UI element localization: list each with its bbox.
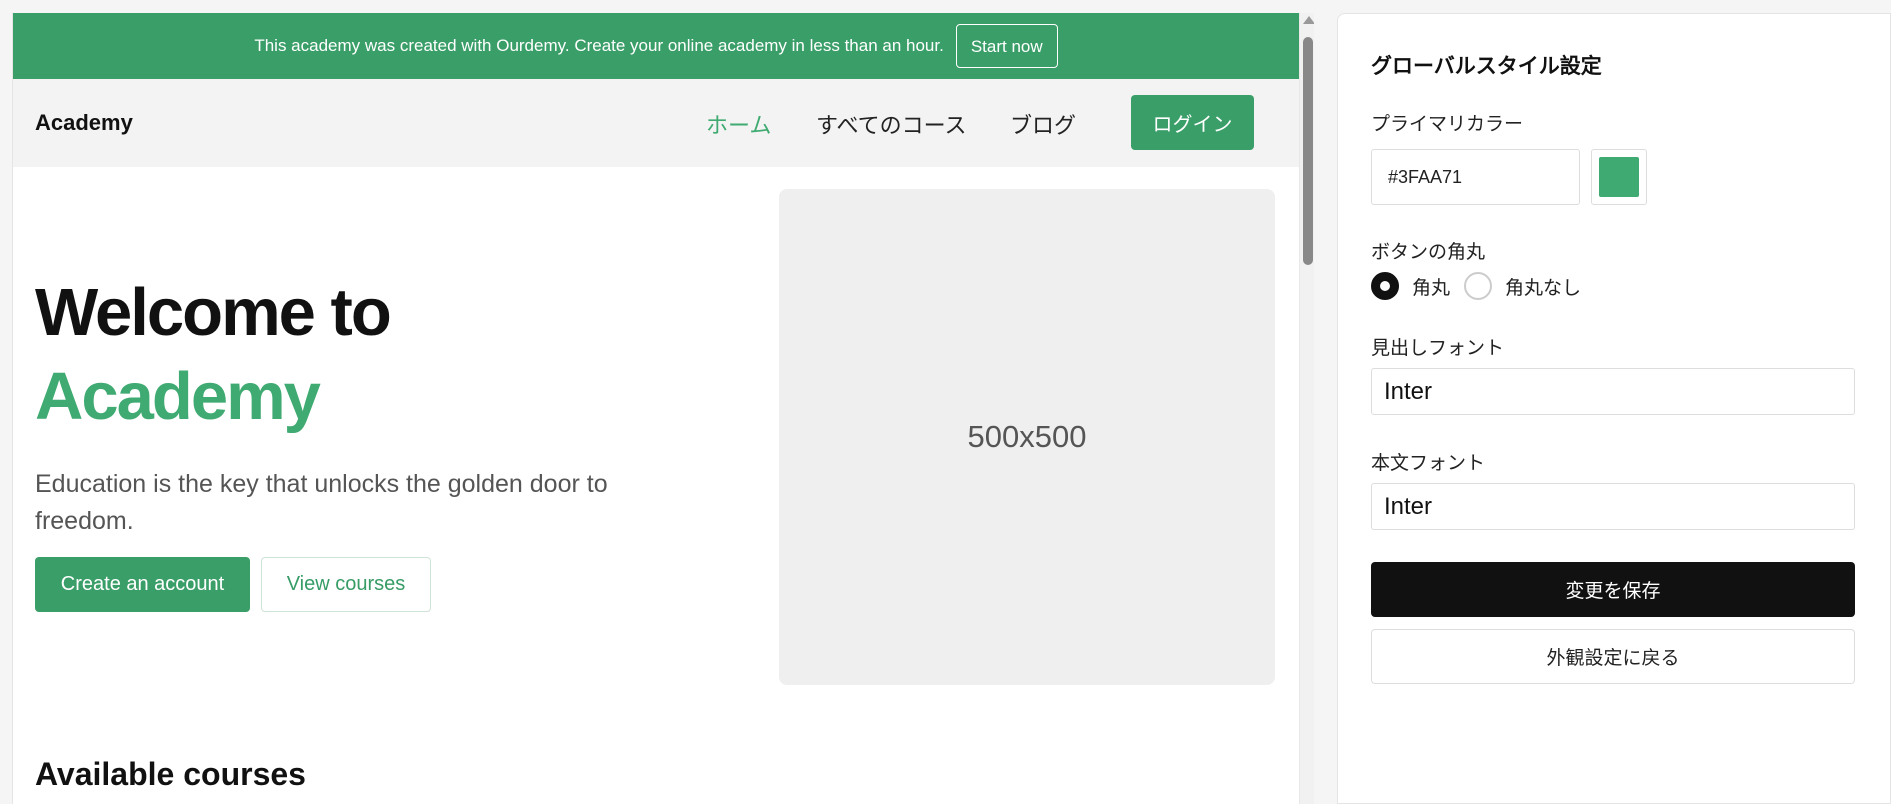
global-style-panel: グローバルスタイル設定 プライマリカラー ボタンの角丸 角丸 角丸なし 見出しフ… [1337, 13, 1891, 804]
login-button[interactable]: ログイン [1131, 95, 1254, 150]
radio-rounded-label[interactable]: 角丸 [1412, 273, 1450, 300]
site-preview: This academy was created with Ourdemy. C… [12, 13, 1314, 804]
hero-title: Welcome to Academy [35, 271, 392, 439]
primary-color-label: プライマリカラー [1371, 114, 1524, 135]
hero-image-placeholder: 500x500 [779, 189, 1275, 685]
start-now-button[interactable]: Start now [955, 24, 1058, 68]
create-account-button[interactable]: Create an account [35, 557, 250, 612]
body-font-label: 本文フォント [1371, 453, 1486, 474]
site-logo[interactable]: Academy [35, 110, 133, 136]
hero-subtitle: Education is the key that unlocks the go… [35, 470, 608, 535]
promo-banner: This academy was created with Ourdemy. C… [13, 13, 1299, 79]
save-changes-button[interactable]: 変更を保存 [1371, 562, 1855, 617]
available-courses-heading: Available courses [35, 756, 306, 792]
image-size-label: 500x500 [967, 419, 1087, 454]
primary-color-input[interactable] [1371, 149, 1580, 205]
heading-font-input[interactable] [1371, 368, 1855, 415]
button-radius-options: 角丸 角丸なし [1371, 272, 1595, 300]
nav-all-courses[interactable]: すべてのコース [816, 108, 966, 140]
radio-square-label[interactable]: 角丸なし [1505, 273, 1581, 300]
heading-font-label: 見出しフォント [1371, 338, 1505, 359]
view-courses-button[interactable]: View courses [261, 557, 431, 612]
back-to-appearance-button[interactable]: 外観設定に戻る [1371, 629, 1855, 684]
radio-square[interactable] [1464, 272, 1493, 300]
radio-rounded[interactable] [1371, 272, 1399, 300]
hero-title-line1: Welcome to [35, 275, 392, 350]
panel-title: グローバルスタイル設定 [1371, 55, 1602, 78]
preview-scrollbar[interactable] [1299, 13, 1314, 804]
nav-home[interactable]: ホーム [706, 108, 771, 140]
scroll-thumb[interactable] [1303, 37, 1313, 265]
body-font-input[interactable] [1371, 483, 1855, 530]
site-header: Academy ホーム すべてのコース ブログ ログイン [13, 79, 1299, 167]
button-radius-label: ボタンの角丸 [1371, 242, 1486, 263]
hero-title-line2: Academy [35, 359, 321, 434]
color-swatch [1599, 157, 1639, 197]
nav-blog[interactable]: ブログ [1010, 108, 1076, 140]
banner-text: This academy was created with Ourdemy. C… [254, 36, 944, 55]
color-picker-button[interactable] [1591, 149, 1647, 205]
scroll-up-arrow-icon[interactable] [1303, 16, 1314, 24]
